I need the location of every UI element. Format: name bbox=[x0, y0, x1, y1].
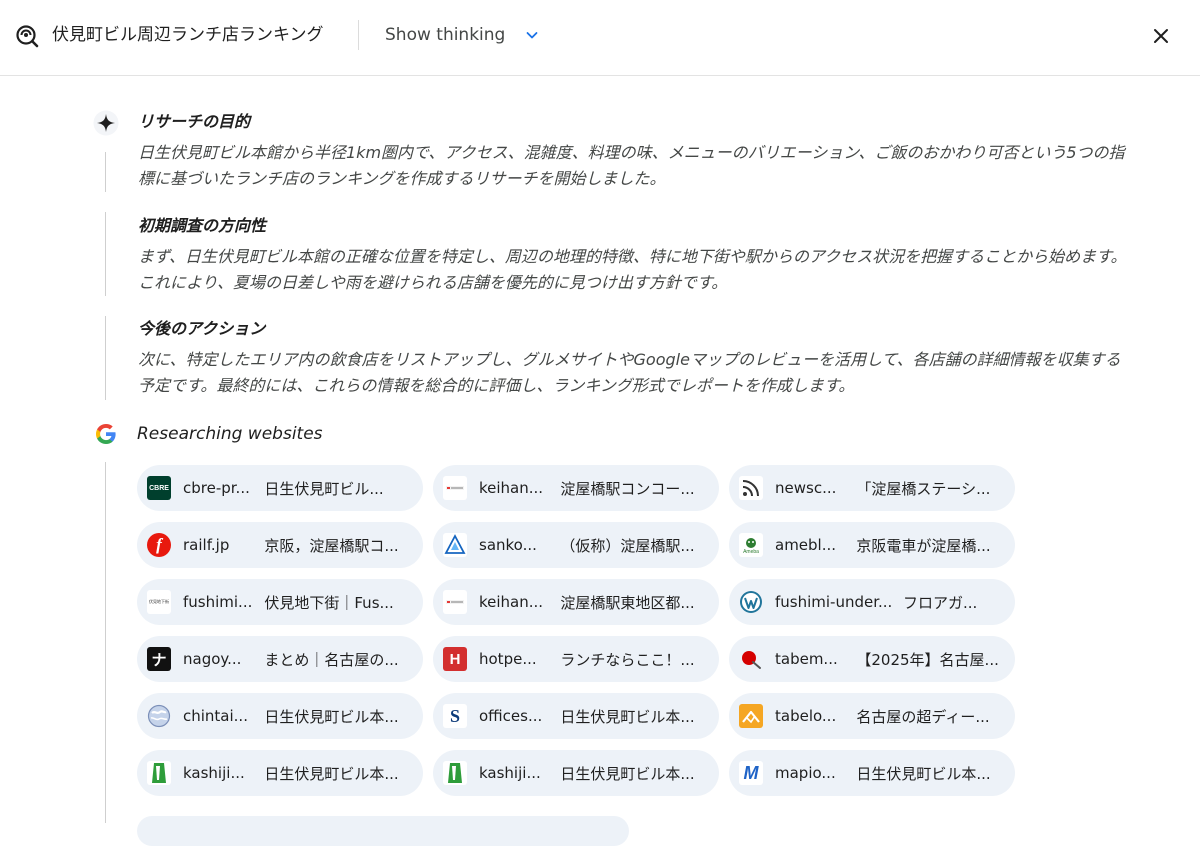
source-domain: kashiji... bbox=[183, 764, 245, 782]
offices-logo-icon: S bbox=[443, 704, 467, 728]
source-chip[interactable]: chintai... 日生伏見町ビル本... bbox=[137, 693, 423, 739]
source-title: 京阪，淀屋橋駅コ... bbox=[264, 536, 399, 555]
section-body: まず、日生伏見町ビル本館の正確な位置を特定し、周辺の地理的特徴、特に地下街や駅か… bbox=[138, 247, 1127, 292]
source-chip[interactable]: Ameba amebl... 京阪電車が淀屋橋... bbox=[729, 522, 1015, 568]
source-chip[interactable]: kashiji... 日生伏見町ビル本... bbox=[137, 750, 423, 796]
tabelog-logo-icon bbox=[739, 704, 763, 728]
source-domain: newsc... bbox=[775, 479, 837, 497]
source-title: まとめ｜名古屋の... bbox=[264, 650, 399, 669]
deep-research-icon bbox=[16, 25, 39, 48]
source-domain: tabem... bbox=[775, 650, 838, 668]
timeline-connector bbox=[105, 462, 106, 823]
source-title: 日生伏見町ビル本... bbox=[264, 707, 399, 726]
source-title: フロアガ... bbox=[903, 593, 978, 612]
sanko-logo-icon bbox=[443, 533, 467, 557]
globe-icon bbox=[147, 704, 171, 728]
source-title: 淀屋橋駅コンコー... bbox=[560, 479, 695, 498]
section-heading: 今後のアクション bbox=[138, 319, 266, 338]
source-chip[interactable]: 伏見地下街 fushimi... 伏見地下街｜Fus... bbox=[137, 579, 423, 625]
header-divider bbox=[358, 20, 359, 50]
source-title: 京阪電車が淀屋橋... bbox=[856, 536, 991, 555]
source-title: 日生伏見町ビル本... bbox=[560, 764, 695, 783]
section-body: 日生伏見町ビル本館から半径1km圏内で、アクセス、混雑度、料理の味、メニューのバ… bbox=[138, 143, 1125, 188]
source-title: ランチならここ！... bbox=[560, 650, 695, 669]
keihan-logo-icon bbox=[443, 476, 467, 500]
kashijimusho-logo-icon bbox=[147, 761, 171, 785]
source-domain: cbre-pr... bbox=[183, 479, 250, 497]
source-chip[interactable]: kashiji... 日生伏見町ビル本... bbox=[433, 750, 719, 796]
source-chip[interactable]: ナ nagoy... まとめ｜名古屋の... bbox=[137, 636, 423, 682]
source-domain: mapio... bbox=[775, 764, 836, 782]
fushimi-chika-logo-icon: 伏見地下街 bbox=[147, 590, 171, 614]
source-domain: railf.jp bbox=[183, 536, 230, 554]
page-title: 伏見町ビル周辺ランチ店ランキング bbox=[52, 25, 324, 45]
source-domain: keihan... bbox=[479, 479, 544, 497]
source-domain: hotpe... bbox=[479, 650, 537, 668]
researching-heading: Researching websites bbox=[137, 424, 323, 444]
source-domain: amebl... bbox=[775, 536, 837, 554]
source-chip[interactable]: keihan... 淀屋橋駅東地区都... bbox=[433, 579, 719, 625]
source-title: 日生伏見町ビル本... bbox=[264, 764, 399, 783]
source-chip[interactable]: keihan... 淀屋橋駅コンコー... bbox=[433, 465, 719, 511]
source-chip[interactable]: sanko... （仮称）淀屋橋駅... bbox=[433, 522, 719, 568]
source-chip[interactable]: CBRE cbre-pr... 日生伏見町ビル... bbox=[137, 465, 423, 511]
source-chip[interactable]: fushimi-under... フロアガ... bbox=[729, 579, 1015, 625]
source-title: 名古屋の超ディー... bbox=[856, 707, 990, 726]
source-title: （仮称）淀屋橋駅... bbox=[560, 536, 695, 555]
source-domain: nagoy... bbox=[183, 650, 242, 668]
source-domain: kashiji... bbox=[479, 764, 541, 782]
source-chip[interactable]: tabelo... 名古屋の超ディー... bbox=[729, 693, 1015, 739]
source-domain: sanko... bbox=[479, 536, 537, 554]
google-icon bbox=[96, 424, 116, 444]
close-icon[interactable] bbox=[1149, 24, 1173, 48]
nagoya-logo-icon: ナ bbox=[147, 647, 171, 671]
timeline-connector bbox=[105, 152, 106, 192]
timeline-connector bbox=[105, 316, 106, 400]
wordpress-logo-icon bbox=[739, 590, 763, 614]
source-domain: offices... bbox=[479, 707, 543, 725]
source-domain: chintai... bbox=[183, 707, 248, 725]
kashijimusho-logo-icon bbox=[443, 761, 467, 785]
source-title: 【2025年】名古屋... bbox=[856, 650, 999, 669]
section-heading: リサーチの目的 bbox=[138, 112, 251, 131]
sparkle-icon bbox=[93, 110, 119, 136]
section-heading: 初期調査の方向性 bbox=[138, 216, 267, 235]
source-domain: tabelo... bbox=[775, 707, 837, 725]
hotpepper-logo-icon: H bbox=[443, 647, 467, 671]
source-title: 伏見地下街｜Fus... bbox=[264, 593, 394, 612]
ameba-logo-icon: Ameba bbox=[739, 533, 763, 557]
source-domain: fushimi... bbox=[183, 593, 253, 611]
chevron-down-icon[interactable] bbox=[524, 27, 540, 43]
keihan-logo-icon bbox=[443, 590, 467, 614]
source-chip[interactable]: tabem... 【2025年】名古屋... bbox=[729, 636, 1015, 682]
header-bar: 伏見町ビル周辺ランチ店ランキング Show thinking bbox=[0, 0, 1200, 76]
rss-feed-icon bbox=[739, 476, 763, 500]
source-chip[interactable]: M mapio... 日生伏見町ビル本... bbox=[729, 750, 1015, 796]
show-thinking-toggle[interactable]: Show thinking bbox=[385, 22, 505, 48]
source-chip[interactable]: newsc... 「淀屋橋ステーシ... bbox=[729, 465, 1015, 511]
source-chip-partial[interactable] bbox=[137, 816, 629, 846]
source-title: 「淀屋橋ステーシ... bbox=[856, 479, 991, 498]
mapion-logo-icon: M bbox=[739, 761, 763, 785]
source-title: 日生伏見町ビル本... bbox=[856, 764, 991, 783]
section-body: 次に、特定したエリア内の飲食店をリストアップし、グルメサイトやGoogleマップ… bbox=[138, 350, 1121, 395]
railf-logo-icon: f bbox=[147, 533, 171, 557]
source-chip[interactable]: H hotpe... ランチならここ！... bbox=[433, 636, 719, 682]
source-title: 日生伏見町ビル本... bbox=[560, 707, 695, 726]
tabemaru-logo-icon bbox=[739, 647, 763, 671]
source-title: 日生伏見町ビル... bbox=[264, 479, 384, 498]
source-chip[interactable]: S offices... 日生伏見町ビル本... bbox=[433, 693, 719, 739]
source-title: 淀屋橋駅東地区都... bbox=[560, 593, 695, 612]
cbre-logo-icon: CBRE bbox=[147, 476, 171, 500]
source-domain: keihan... bbox=[479, 593, 544, 611]
source-chip[interactable]: f railf.jp 京阪，淀屋橋駅コ... bbox=[137, 522, 423, 568]
source-domain: fushimi-under... bbox=[775, 593, 893, 611]
timeline-connector bbox=[105, 212, 106, 296]
